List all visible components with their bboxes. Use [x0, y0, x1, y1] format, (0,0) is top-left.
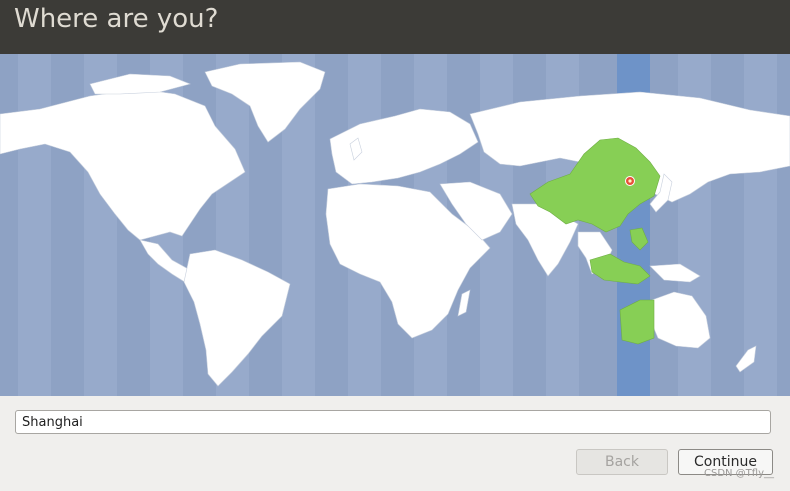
- location-input[interactable]: [15, 410, 771, 434]
- back-button-label: Back: [605, 454, 639, 470]
- bottom-panel: Back Continue CSDN @Tfly__: [0, 396, 790, 491]
- watermark: CSDN @Tfly__: [703, 468, 774, 479]
- header-bar: Where are you?: [0, 0, 790, 54]
- back-button[interactable]: Back: [576, 449, 668, 475]
- world-map[interactable]: [0, 54, 790, 396]
- timezone-map[interactable]: [0, 54, 790, 396]
- page-title: Where are you?: [14, 4, 219, 34]
- location-marker[interactable]: [625, 176, 635, 186]
